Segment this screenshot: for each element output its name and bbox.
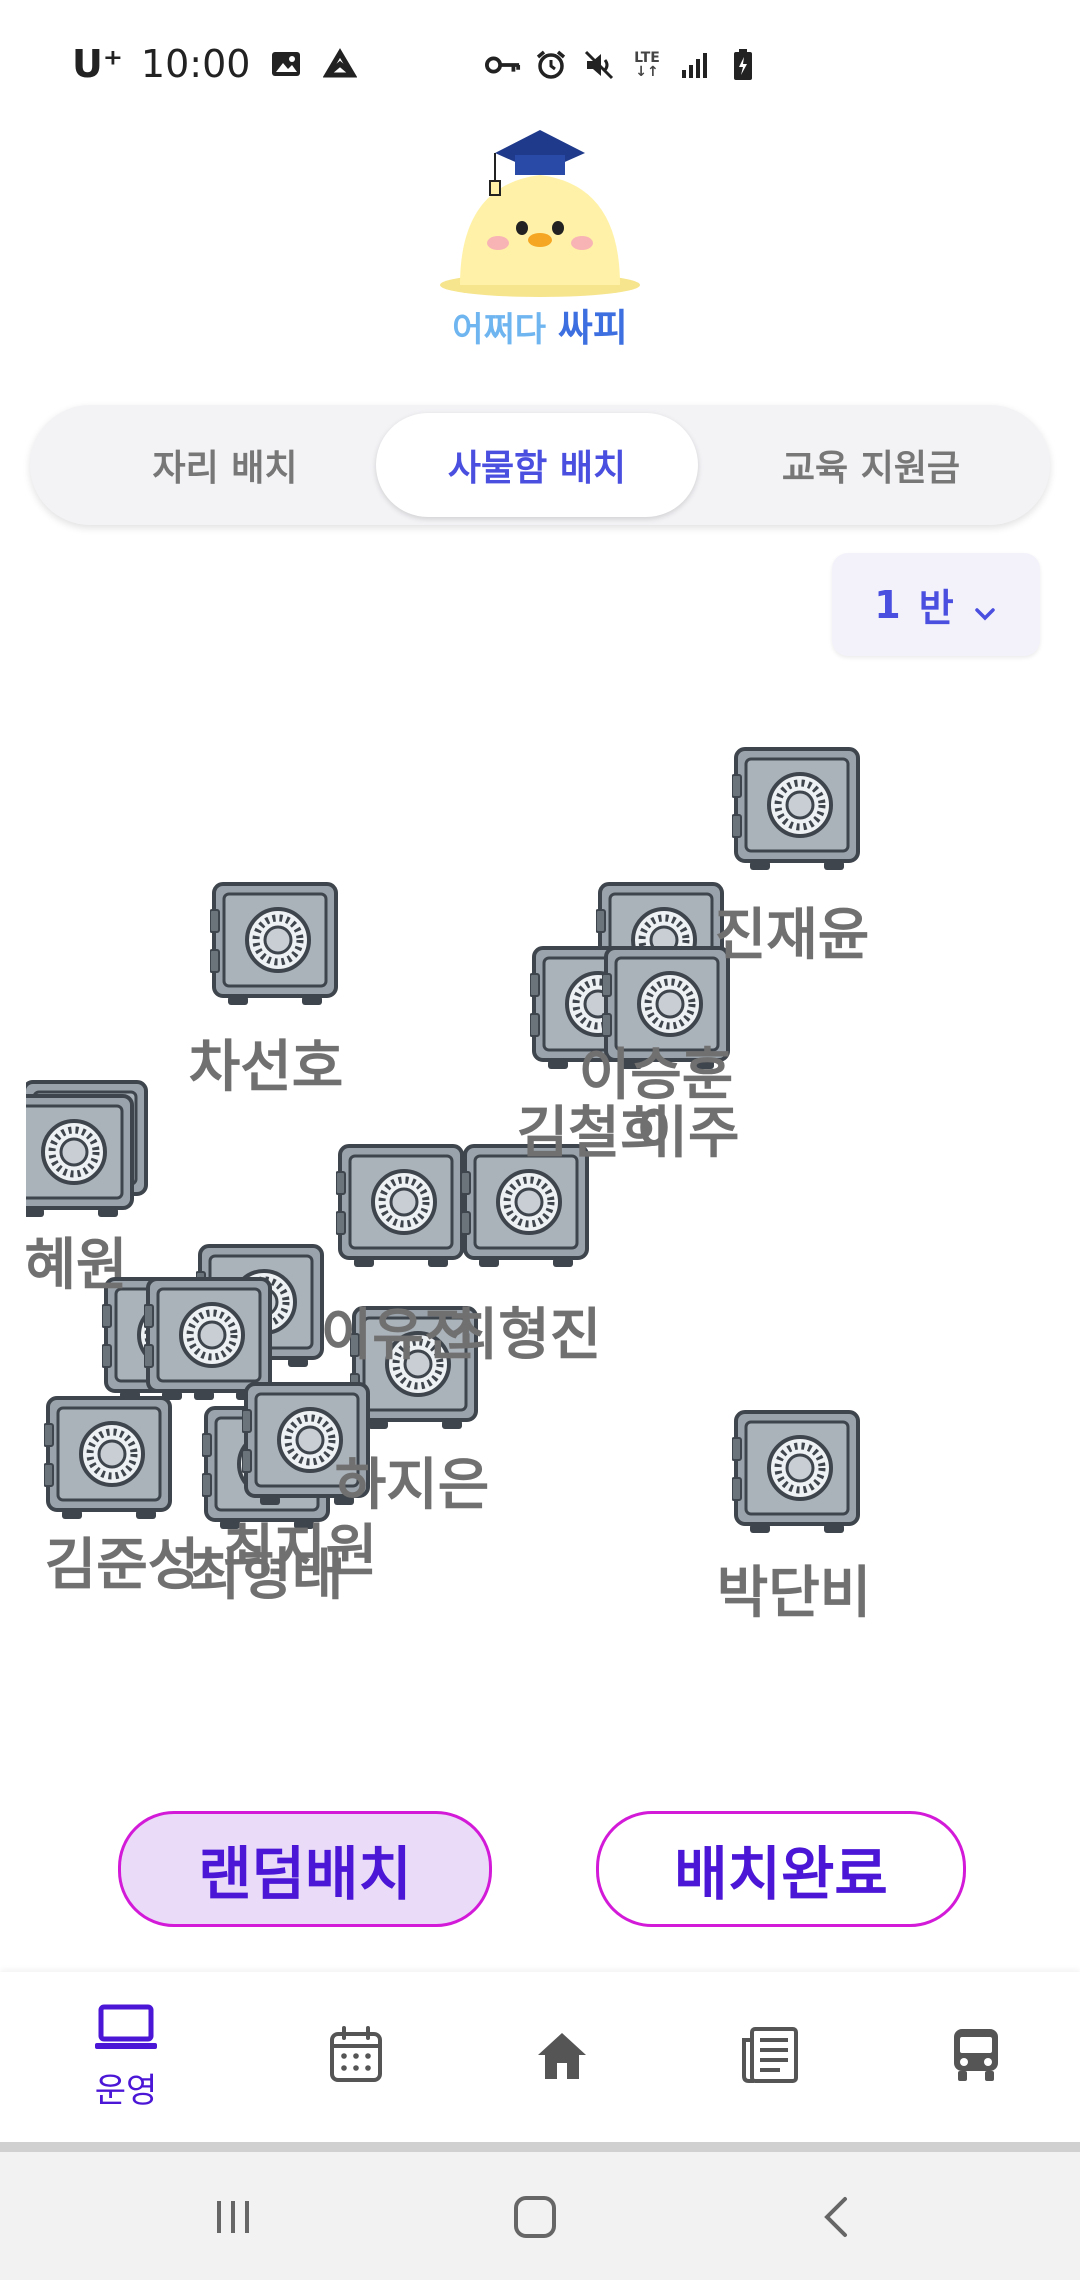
- alarm-icon: [533, 47, 569, 83]
- class-select[interactable]: 1 반: [832, 553, 1040, 656]
- locker-label: 차선호: [188, 1035, 344, 1100]
- nav-item-calendar[interactable]: [248, 1972, 464, 2142]
- recent-apps-icon[interactable]: [198, 2182, 268, 2252]
- chevron-down-icon: [972, 592, 998, 620]
- status-bar: U⁺ 10:00 LTE ↓↑: [0, 0, 1080, 125]
- nav-item-bus[interactable]: [868, 1972, 1080, 2142]
- clock: 10:00: [140, 42, 251, 86]
- newspaper-icon: [740, 2026, 800, 2088]
- laptop-icon: [93, 2003, 159, 2057]
- sync-icon: [322, 46, 358, 82]
- locker[interactable]: [732, 745, 862, 875]
- tab-locker-arrangement[interactable]: 사물함 배치: [376, 413, 698, 517]
- locker-label: 박단비: [716, 1561, 872, 1626]
- signal-icon: [677, 47, 713, 83]
- system-nav-bar: [0, 2152, 1080, 2280]
- random-arrange-button[interactable]: 랜덤배치: [118, 1811, 492, 1927]
- locker[interactable]: [336, 1142, 466, 1272]
- locker-label: 혜원: [26, 1233, 128, 1298]
- bottom-nav: 운영: [0, 1972, 1080, 2152]
- mute-icon: [581, 47, 617, 83]
- vpn-key-icon: [485, 47, 521, 83]
- locker-label: 진재윤: [714, 903, 870, 968]
- locker-area: 진재윤 차선호 이승훈 김철희 이주 혜원 이유진 최형진 하지은 김준성 최지…: [26, 700, 1056, 1640]
- locker[interactable]: [210, 880, 340, 1010]
- app-logo: 어쩌다 싸피: [420, 125, 660, 350]
- image-icon: [268, 46, 304, 82]
- lte-icon: LTE ↓↑: [634, 50, 660, 80]
- home-button-icon[interactable]: [500, 2182, 570, 2252]
- tab-seat-arrangement[interactable]: 자리 배치: [64, 413, 386, 517]
- locker-label: 최형진: [446, 1303, 602, 1368]
- locker[interactable]: [26, 1092, 136, 1222]
- locker[interactable]: [44, 1394, 174, 1524]
- nav-item-home[interactable]: [454, 1972, 670, 2142]
- bus-icon: [950, 2027, 1002, 2087]
- arrange-complete-button[interactable]: 배치완료: [596, 1811, 966, 1927]
- locker-label: 최형태: [188, 1543, 344, 1608]
- class-number: 1: [874, 582, 901, 627]
- logo-text: 어쩌다 싸피: [452, 306, 628, 350]
- calendar-icon: [328, 2026, 384, 2088]
- tab-education-allowance[interactable]: 교육 지원금: [710, 413, 1032, 517]
- locker-label: 김준성: [44, 1533, 200, 1598]
- back-icon[interactable]: [802, 2182, 872, 2252]
- home-icon: [534, 2029, 590, 2085]
- class-unit: 반: [918, 586, 954, 630]
- nav-label-operation: 운영: [94, 2070, 158, 2111]
- nav-item-operation[interactable]: 운영: [18, 1972, 234, 2142]
- nav-item-news[interactable]: [662, 1972, 878, 2142]
- locker-label: 이주: [636, 1101, 740, 1166]
- battery-icon: [725, 47, 761, 83]
- segmented-tabs: 자리 배치 사물함 배치 교육 지원금: [30, 405, 1050, 525]
- locker[interactable]: [732, 1408, 862, 1538]
- carrier-label: U⁺: [72, 42, 123, 86]
